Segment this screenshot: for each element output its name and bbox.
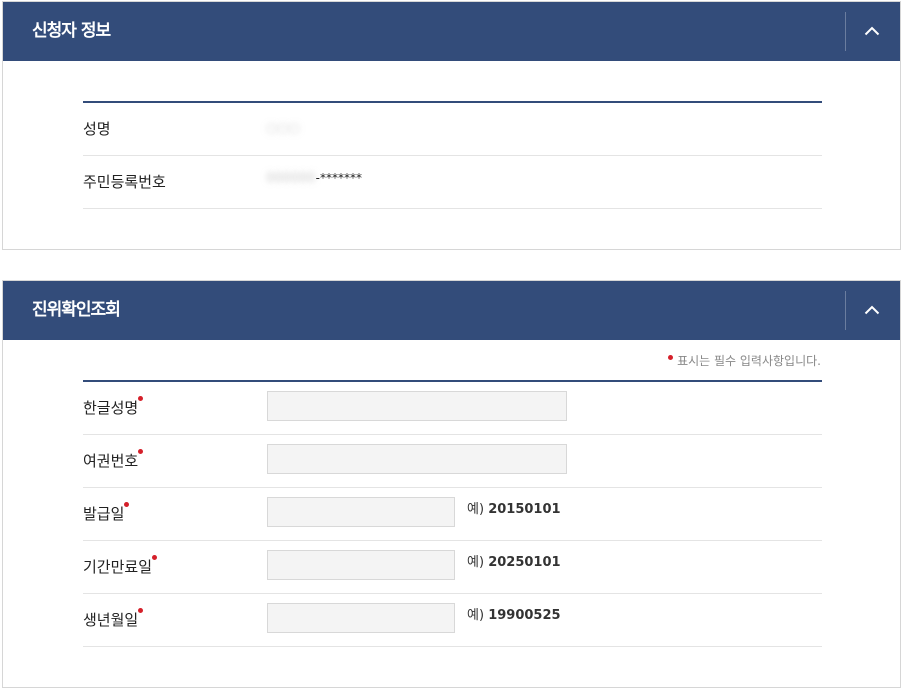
expiry-date-label-text: 기간만료일 xyxy=(83,558,153,576)
issue-date-input[interactable] xyxy=(267,497,455,527)
required-note-text: 표시는 필수 입력사항입니다. xyxy=(677,354,821,368)
applicant-info-title: 신청자 정보 xyxy=(32,21,111,41)
required-dot-icon xyxy=(138,396,144,401)
korean-name-input[interactable] xyxy=(267,391,567,421)
rrn-front-masked: 000000 xyxy=(266,171,316,186)
table-row-birth-date: 생년월일 예) 19900525 xyxy=(83,594,822,647)
birth-date-hint-value: 19900525 xyxy=(488,608,561,623)
chevron-up-icon xyxy=(864,305,880,315)
expiry-date-hint-value: 20250101 xyxy=(488,555,561,570)
passport-number-label-text: 여권번호 xyxy=(83,452,139,470)
birth-date-hint: 예) 19900525 xyxy=(467,594,561,638)
table-row-expiry-date: 기간만료일 예) 20250101 xyxy=(83,541,822,594)
required-dot-icon xyxy=(138,608,144,613)
expiry-date-input[interactable] xyxy=(267,550,455,580)
name-value-masked: ○○○ xyxy=(266,121,301,136)
birth-date-input[interactable] xyxy=(267,603,455,633)
issue-date-hint: 예) 20150101 xyxy=(467,488,561,532)
korean-name-label-text: 한글성명 xyxy=(83,399,139,417)
issue-date-hint-value: 20150101 xyxy=(488,502,561,517)
rrn-label: 주민등록번호 xyxy=(83,173,166,191)
table-row-issue-date: 발급일 예) 20150101 xyxy=(83,488,822,541)
applicant-info-header: 신청자 정보 xyxy=(3,2,900,61)
required-dot-icon xyxy=(668,355,674,360)
issue-date-label-text: 발급일 xyxy=(83,505,125,523)
birth-date-label: 생년월일 xyxy=(83,594,144,646)
name-label: 성명 xyxy=(83,120,111,138)
korean-name-label: 한글성명 xyxy=(83,382,144,434)
rrn-value: 000000-******* xyxy=(266,152,362,205)
required-dot-icon xyxy=(124,502,130,507)
rrn-back-mask: -******* xyxy=(315,171,362,185)
expiry-date-hint: 예) 20250101 xyxy=(467,541,561,585)
expiry-date-hint-prefix: 예) xyxy=(467,555,485,570)
verification-table: 한글성명 여권번호 발급일 예) 20150101 기간만료일 예) 20250… xyxy=(83,380,822,647)
verification-header: 진위확인조회 xyxy=(3,281,900,340)
birth-date-hint-prefix: 예) xyxy=(467,608,485,623)
verification-panel: 진위확인조회 표시는 필수 입력사항입니다. 한글성명 여권번호 발급일 예) … xyxy=(2,280,901,688)
issue-date-hint-prefix: 예) xyxy=(467,502,485,517)
header-divider xyxy=(845,291,846,330)
table-row-korean-name: 한글성명 xyxy=(83,382,822,435)
name-value: ○○○ xyxy=(266,103,300,155)
birth-date-label-text: 생년월일 xyxy=(83,611,139,629)
passport-number-label: 여권번호 xyxy=(83,435,144,487)
table-row-name: 성명 ○○○ xyxy=(83,103,822,156)
required-note: 표시는 필수 입력사항입니다. xyxy=(668,352,821,369)
issue-date-label: 발급일 xyxy=(83,488,130,540)
expiry-date-label: 기간만료일 xyxy=(83,541,158,593)
verification-collapse-button[interactable] xyxy=(845,281,900,340)
header-divider xyxy=(845,12,846,51)
table-row-passport-number: 여권번호 xyxy=(83,435,822,488)
table-row-rrn: 주민등록번호 000000-******* xyxy=(83,156,822,209)
applicant-info-panel: 신청자 정보 성명 ○○○ 주민등록번호 000000-******* xyxy=(2,1,901,250)
required-dot-icon xyxy=(152,555,158,560)
verification-title: 진위확인조회 xyxy=(32,300,121,320)
applicant-info-collapse-button[interactable] xyxy=(845,2,900,61)
chevron-up-icon xyxy=(864,26,880,36)
required-dot-icon xyxy=(138,449,144,454)
passport-number-input[interactable] xyxy=(267,444,567,474)
applicant-info-table: 성명 ○○○ 주민등록번호 000000-******* xyxy=(83,101,822,209)
